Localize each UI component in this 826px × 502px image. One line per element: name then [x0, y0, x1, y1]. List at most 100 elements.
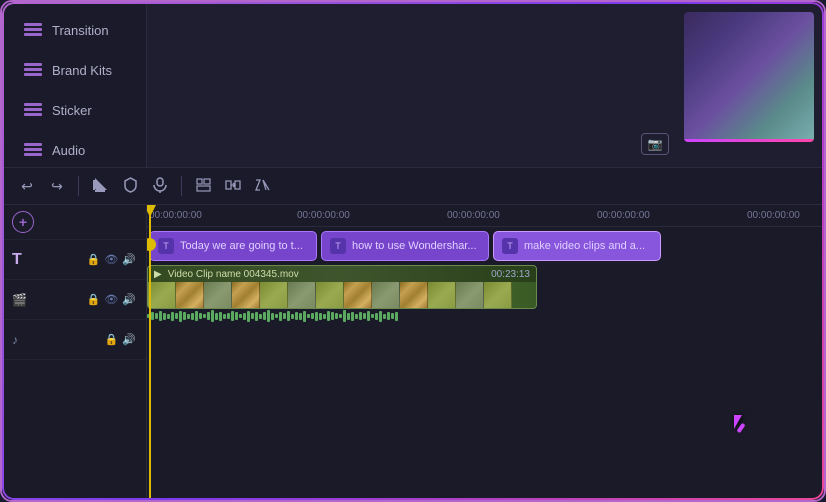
- layout-button[interactable]: [190, 173, 216, 199]
- video-clip[interactable]: ▶ Video Clip name 004345.mov 00:23:13: [147, 265, 537, 309]
- waveform-bar: [235, 312, 238, 320]
- add-track-row: +: [2, 205, 146, 240]
- waveform-bar: [307, 314, 310, 318]
- waveform-bar: [175, 313, 178, 319]
- waveform-bar: [331, 312, 334, 320]
- film-frame: [484, 282, 512, 309]
- text-track-icon: T: [12, 251, 22, 269]
- volume-icon-text[interactable]: 🔊: [122, 253, 136, 266]
- waveform-bar: [343, 310, 346, 322]
- sidebar-item-sticker[interactable]: Sticker: [8, 91, 140, 129]
- top-section: Transition Brand Kits Sticker Audio: [2, 2, 824, 167]
- time-marker-1: 00:00:00:00: [297, 205, 350, 221]
- waveform-bar: [287, 311, 290, 321]
- waveform-bar: [243, 313, 246, 320]
- waveform-bar: [323, 314, 326, 319]
- eye-icon-video[interactable]: 👁: [104, 293, 118, 306]
- sidebar-item-brand-kits[interactable]: Brand Kits: [8, 51, 140, 89]
- redo-button[interactable]: ↪: [44, 173, 70, 199]
- film-frame: [260, 282, 288, 309]
- waveform-bar: [335, 313, 338, 319]
- waveform-bar: [339, 314, 342, 318]
- video-clip-header: ▶ Video Clip name 004345.mov 00:23:13: [148, 266, 536, 282]
- toolbar-divider-1: [78, 176, 79, 196]
- film-frame: [372, 282, 400, 309]
- waveform-bar: [379, 311, 382, 322]
- sidebar-item-label: Brand Kits: [52, 63, 112, 78]
- sidebar-item-transition[interactable]: Transition: [8, 11, 140, 49]
- subtitle-clip-icon-1: T: [158, 238, 174, 254]
- lock-icon-audio[interactable]: 🔒: [105, 333, 119, 346]
- sidebar-item-audio[interactable]: Audio: [8, 131, 140, 169]
- film-frame: [456, 282, 484, 309]
- waveform-bar: [195, 311, 198, 321]
- film-frame: [400, 282, 428, 309]
- time-marker-4: 00:00:00:00: [747, 205, 800, 221]
- waveform-bar: [183, 312, 186, 320]
- waveform-bar: [375, 313, 378, 320]
- video-clip-name: Video Clip name 004345.mov: [168, 269, 299, 280]
- waveform-bar: [151, 312, 154, 320]
- undo-button[interactable]: ↩: [14, 173, 40, 199]
- waveform-bar: [371, 314, 374, 318]
- subtitle-clip-text-3: make video clips and a...: [524, 240, 645, 252]
- waveform-bar: [391, 313, 394, 319]
- waveform-bar: [395, 312, 398, 321]
- subtitle-clip-3[interactable]: T make video clips and a...: [493, 231, 661, 261]
- text-track-row: T 🔒 👁 🔊: [2, 240, 146, 280]
- sticker-icon: [24, 101, 42, 119]
- audio-track-icon: ♪: [12, 333, 18, 347]
- timeline-area: + T 🔒 👁 🔊 🎬 🔒 👁 🔊: [2, 205, 824, 500]
- waveform-bar: [247, 311, 250, 322]
- subtitle-clip-text-1: Today we are going to t...: [180, 240, 303, 252]
- audio-waveform: [147, 309, 537, 323]
- waveform-bar: [207, 312, 210, 320]
- toolbar-divider-2: [181, 176, 182, 196]
- transition-icon: [24, 21, 42, 39]
- transition-timeline-icon: [225, 178, 241, 195]
- shield-icon: [123, 177, 138, 196]
- shield-button[interactable]: [117, 173, 143, 199]
- lock-icon-text[interactable]: 🔒: [87, 253, 101, 266]
- volume-icon-video[interactable]: 🔊: [122, 293, 136, 306]
- waveform-bar: [191, 313, 194, 320]
- toolbar: ↩ ↪: [2, 167, 824, 205]
- video-track-icon: 🎬: [12, 293, 27, 307]
- waveform-bar: [231, 311, 234, 321]
- eye-icon-text[interactable]: 👁: [104, 253, 118, 266]
- time-marker-2: 00:00:00:00: [447, 205, 500, 221]
- waveform-bar: [211, 310, 214, 322]
- film-frame: [176, 282, 204, 309]
- subtitle-clip-1[interactable]: T Today we are going to t...: [149, 231, 317, 261]
- waveform-bar: [311, 313, 314, 319]
- waveform-bar: [303, 311, 306, 322]
- transition-timeline-button[interactable]: [220, 173, 246, 199]
- time-ruler: 00:00:00:00 00:00:00:00 00:00:00:00 00:0…: [147, 205, 824, 227]
- waveform-bar: [171, 312, 174, 321]
- speed-button[interactable]: [250, 173, 276, 199]
- subtitle-clip-icon-2: T: [330, 238, 346, 254]
- waveform-bar: [179, 311, 182, 322]
- volume-icon-audio[interactable]: 🔊: [122, 333, 136, 346]
- waveform-bar: [327, 311, 330, 321]
- subtitle-clip-2[interactable]: T how to use Wondershar...: [321, 231, 489, 261]
- camera-button[interactable]: 📷: [641, 133, 669, 155]
- waveform-bar: [239, 314, 242, 318]
- waveform-bar: [367, 311, 370, 321]
- crop-icon: [92, 177, 108, 196]
- speed-icon: [255, 178, 271, 195]
- waveform-bar: [255, 312, 258, 321]
- undo-icon: ↩: [21, 178, 33, 195]
- subtitle-track: T Today we are going to t... T how to us…: [147, 227, 824, 265]
- film-frame: [232, 282, 260, 309]
- waveform-bar: [223, 314, 226, 319]
- waveform-bar: [271, 313, 274, 320]
- waveform-bar: [227, 313, 230, 319]
- add-track-button[interactable]: +: [12, 211, 34, 233]
- waveform-bar: [291, 314, 294, 319]
- mic-button[interactable]: [147, 173, 173, 199]
- crop-button[interactable]: [87, 173, 113, 199]
- waveform-bar: [203, 314, 206, 318]
- lock-icon-video[interactable]: 🔒: [87, 293, 101, 306]
- playhead[interactable]: [149, 205, 151, 500]
